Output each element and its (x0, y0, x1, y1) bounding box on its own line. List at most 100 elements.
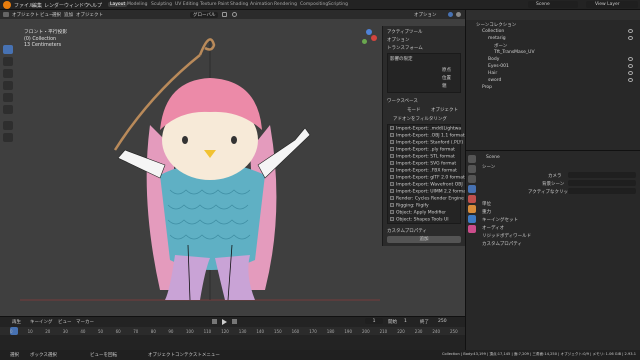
mode-value[interactable]: オブジェクト (431, 107, 458, 113)
outliner-item[interactable]: Hair (488, 71, 497, 76)
scene-collection-label[interactable]: シーンコレクション (476, 22, 516, 28)
section-audio[interactable]: オーディオ (482, 225, 504, 231)
jump-start-icon[interactable] (212, 319, 217, 324)
section-keying-sets[interactable]: キーイングセット (482, 217, 518, 223)
addon-item[interactable]: Import-Export: SVG format (390, 161, 456, 167)
gizmo-z-icon[interactable] (366, 29, 372, 35)
active-clip-field[interactable] (568, 188, 636, 194)
addon-item[interactable]: Import-Export: UIMM 2.2 format (390, 189, 468, 195)
proportional-edit-icon[interactable] (232, 12, 237, 17)
outliner-item[interactable]: Collection (482, 29, 504, 34)
visibility-eye-icon[interactable] (628, 78, 633, 82)
physics-tab-icon[interactable] (468, 225, 476, 233)
jump-end-icon[interactable] (232, 319, 237, 324)
transform-orientation-dropdown[interactable]: グローバル (190, 12, 219, 18)
timeline-ruler[interactable] (0, 327, 465, 335)
tab-modeling[interactable]: Modeling (125, 2, 149, 7)
add-menu[interactable]: 追加 (64, 12, 73, 18)
workspace-header[interactable]: ワークスペース (387, 98, 418, 104)
gizmo-y-icon[interactable] (362, 39, 367, 44)
annotate-tool-icon[interactable] (3, 121, 13, 130)
select-menu[interactable]: 選択 (52, 12, 61, 18)
tab-uv-editing[interactable]: UV Editing (173, 2, 200, 7)
mode-dropdown[interactable]: オブジェクト (12, 12, 39, 18)
outliner-item[interactable]: Body (488, 57, 499, 62)
outliner-item[interactable]: Tft_TransMase_UV (494, 50, 535, 55)
outliner-item[interactable]: Eyes-001 (488, 64, 509, 69)
addon-item[interactable]: Render: Cycles Render Engine (390, 196, 464, 202)
modifier-tab-icon[interactable] (468, 215, 476, 223)
blender-logo-icon[interactable] (3, 1, 11, 9)
visibility-eye-icon[interactable] (628, 64, 633, 68)
object-menu[interactable]: オブジェクト (76, 12, 103, 18)
menu-help[interactable]: ヘルプ (87, 2, 102, 9)
view-menu-timeline[interactable]: ビュー (58, 319, 72, 325)
camera-field[interactable] (568, 172, 636, 178)
transform-header[interactable]: トランスフォーム (387, 45, 423, 51)
scene-tab-icon[interactable] (468, 185, 476, 193)
addon-item[interactable]: Import-Export: .ply format (390, 147, 455, 153)
section-gravity[interactable]: 重力 (482, 209, 491, 215)
keying-menu[interactable]: キーイング (30, 319, 53, 325)
menu-edit[interactable]: 編集 (32, 2, 42, 9)
addon-item[interactable]: Rigging: Rigify (390, 203, 429, 209)
navigation-gizmo[interactable] (360, 29, 378, 47)
options-dropdown[interactable]: オプション (414, 12, 437, 18)
tab-scripting[interactable]: Scripting (326, 2, 350, 7)
editor-type-icon[interactable] (3, 12, 9, 17)
end-frame-value[interactable]: 250 (438, 319, 447, 324)
menu-window[interactable]: ウィンドウ (64, 2, 89, 9)
menu-file[interactable]: ファイル (14, 2, 34, 9)
tab-texture-paint[interactable]: Texture Paint (198, 2, 231, 7)
affect-origins-label[interactable]: 原点 (442, 67, 451, 73)
visibility-eye-icon[interactable] (628, 71, 633, 75)
start-frame-value[interactable]: 1 (404, 319, 407, 324)
options-header[interactable]: オプション (387, 37, 410, 43)
custom-properties-header[interactable]: カスタムプロパティ (387, 228, 427, 234)
world-tab-icon[interactable] (468, 195, 476, 203)
outliner-item[interactable]: ボーン (494, 43, 507, 49)
addon-item[interactable]: Object: Shapes Tools UI (390, 217, 449, 223)
active-tool-header[interactable]: アクティブツール (387, 29, 423, 35)
select-box-tool-icon[interactable] (3, 45, 13, 54)
background-scene-field[interactable] (568, 180, 636, 186)
play-icon[interactable] (222, 319, 227, 325)
tool-tab-icon[interactable] (468, 155, 476, 163)
render-tab-icon[interactable] (468, 165, 476, 173)
outliner-item[interactable]: sword (488, 78, 501, 83)
scene-section-header[interactable]: シーン (482, 164, 495, 170)
affect-location-label[interactable]: 位置 (442, 75, 451, 81)
outliner-item[interactable]: Prop (482, 85, 492, 90)
visibility-eye-icon[interactable] (628, 29, 633, 33)
scale-tool-icon[interactable] (3, 93, 13, 102)
scene-selector[interactable]: Scene (528, 1, 578, 8)
section-custom-properties[interactable]: カスタムプロパティ (482, 241, 522, 247)
addon-item[interactable]: Import-Export: glTF 2.0 format (390, 175, 465, 181)
view-layer-selector[interactable]: View Layer (586, 1, 638, 8)
tab-rendering[interactable]: Rendering (272, 2, 299, 7)
section-units[interactable]: 単位 (482, 201, 491, 207)
move-tool-icon[interactable] (3, 69, 13, 78)
output-tab-icon[interactable] (468, 175, 476, 183)
shading-material-icon[interactable] (456, 12, 461, 17)
tab-sculpting[interactable]: Sculpting (149, 2, 174, 7)
playback-menu[interactable]: 再生 (12, 319, 21, 325)
visibility-eye-icon[interactable] (628, 36, 633, 40)
addon-item[interactable]: Import-Export: STL format (390, 154, 455, 160)
affect-parents-label[interactable]: 親 (442, 83, 447, 89)
transform-tool-icon[interactable] (3, 105, 13, 114)
tab-animation[interactable]: Animation (248, 2, 275, 7)
gizmo-x-icon[interactable] (371, 35, 377, 41)
addon-item[interactable]: Import-Export: Wavefront OBJ (390, 182, 463, 188)
addon-item[interactable]: Import-Export: .FBX format (390, 168, 457, 174)
outliner-item[interactable]: metarig (488, 36, 506, 41)
addon-item[interactable]: Import-Export: .mdd(Lightwa (390, 126, 461, 132)
section-rigid-body-world[interactable]: リジッドボディワールド (482, 233, 531, 239)
tab-shading[interactable]: Shading (228, 2, 250, 7)
menu-render[interactable]: レンダー (44, 2, 64, 9)
addon-item[interactable]: Import-Export: .OBJ 1.1 format (390, 133, 465, 139)
add-property-button[interactable]: 追加 (387, 236, 461, 243)
addon-filter-toggle[interactable]: アドオンをフィルタリング (393, 116, 447, 122)
shading-solid-icon[interactable] (448, 12, 453, 17)
cursor-tool-icon[interactable] (3, 57, 13, 66)
